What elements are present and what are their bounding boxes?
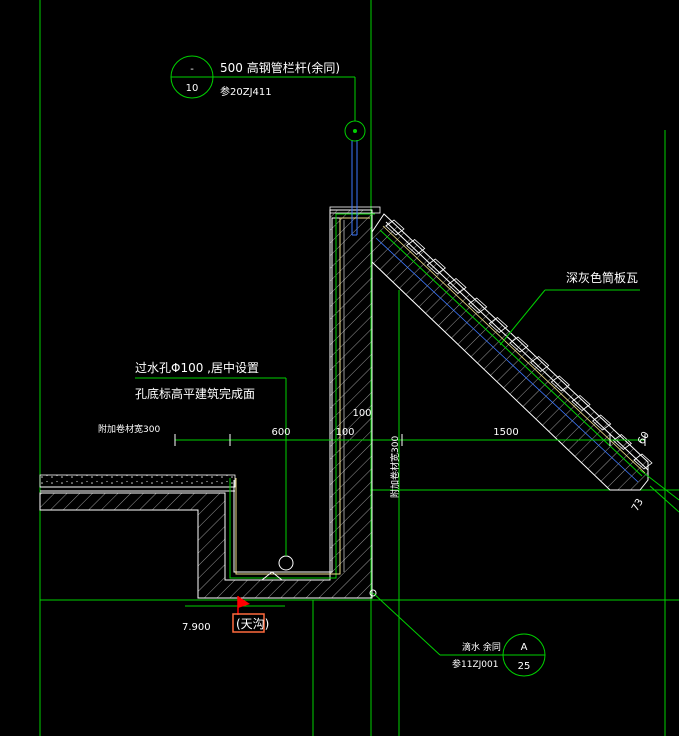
dim-1500: 1500	[493, 427, 518, 438]
railing-bubble-bottom: 10	[186, 83, 199, 94]
tile-label: 深灰色筒板瓦	[566, 270, 638, 285]
tile-callout: 深灰色筒板瓦	[499, 270, 640, 346]
railing-ref: 参20ZJ411	[220, 85, 272, 98]
dim-vertical-note: 附加卷材宽300	[389, 436, 401, 498]
drip-bubble-bottom: 25	[518, 661, 531, 672]
cad-drawing-canvas: - 10 500 高钢管栏杆(余同) 参20ZJ411 深灰色筒板瓦 过水孔Φ1…	[39, 0, 679, 736]
elevation-tag: (天沟)	[236, 617, 269, 631]
dim-100-h: 100	[335, 427, 354, 438]
dim-60: 60	[636, 430, 652, 447]
railing-bubble-top: -	[190, 64, 194, 75]
sloped-roof	[371, 213, 649, 491]
elevation-mark: 7.900 (天沟)	[182, 596, 269, 633]
dim-73: 73	[630, 497, 646, 514]
dim-left-note: 附加卷材宽300	[98, 423, 160, 435]
drip-note: 滴水 余同	[462, 641, 501, 653]
railing-callout: - 10 500 高钢管栏杆(余同) 参20ZJ411	[170, 55, 356, 121]
gutter-slab	[39, 206, 381, 599]
elevation-value: 7.900	[182, 622, 211, 633]
hole-note-line1: 过水孔Φ100 ,居中设置	[135, 360, 259, 375]
hole-note-line2: 孔底标高平建筑完成面	[135, 386, 255, 401]
dim-100-v: 100	[352, 408, 371, 419]
drain-hole	[278, 555, 294, 571]
dim-600: 600	[271, 427, 290, 438]
drip-bubble-top: A	[521, 642, 528, 653]
drip-ref: 参11ZJ001	[452, 658, 498, 670]
railing-note: 500 高钢管栏杆(余同)	[220, 60, 340, 75]
